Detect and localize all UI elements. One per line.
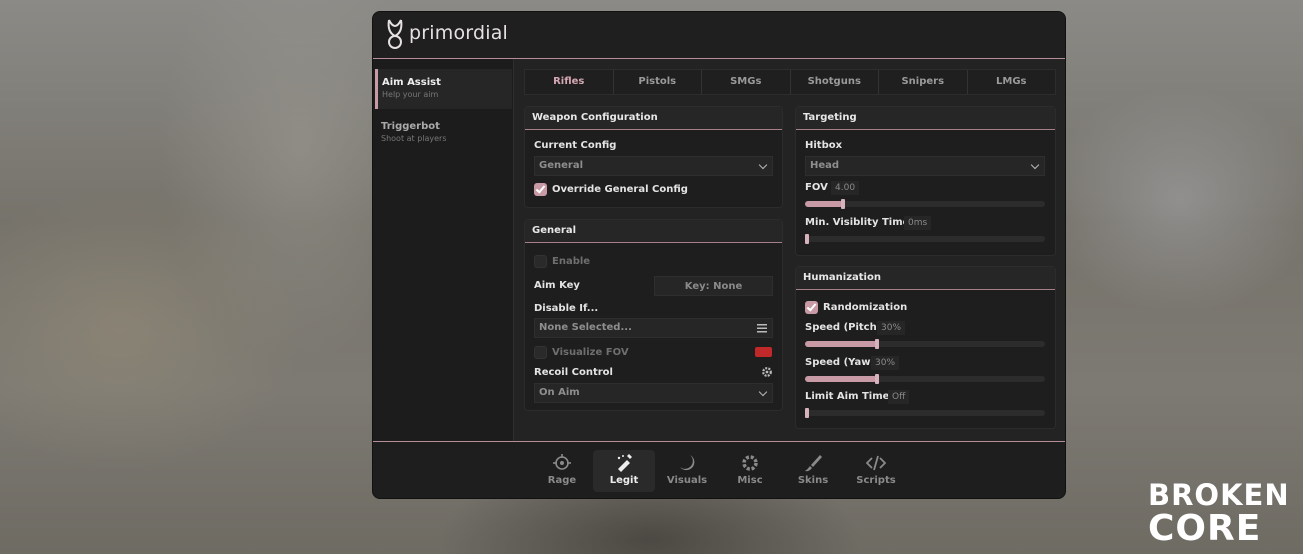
slider-handle[interactable] (875, 374, 879, 384)
main-window: primordial Aim Assist Help your aim Trig… (372, 11, 1066, 499)
speed-yaw-label: Speed (Yaw) (805, 357, 876, 368)
recoil-control-dropdown[interactable]: On Aim (534, 383, 773, 403)
dropdown-value: On Aim (539, 387, 580, 398)
chevron-down-icon (758, 160, 768, 170)
rage-icon (553, 454, 571, 470)
code-icon (866, 455, 886, 471)
tab-shotguns[interactable]: Shotguns (791, 70, 879, 94)
visuals-icon (680, 455, 695, 471)
hitbox-label: Hitbox (805, 140, 843, 151)
title-bar: primordial (373, 12, 1065, 59)
panel-heading: Targeting (796, 107, 1055, 130)
dropdown-value: None Selected... (539, 322, 632, 333)
tab-rifles[interactable]: Rifles (525, 70, 614, 94)
disable-if-multiselect[interactable]: None Selected... (534, 318, 773, 338)
panel-heading: General (525, 220, 782, 243)
slider-handle[interactable] (805, 234, 809, 244)
visualize-fov-checkbox[interactable] (534, 346, 547, 359)
sidebar-item-subtitle: Shoot at players (381, 134, 447, 143)
logo-text: primordial (409, 22, 509, 44)
weapon-tabs: Rifles Pistols SMGs Shotguns Snipers LMG… (524, 69, 1056, 95)
watermark-line-1: BROKEN (1148, 478, 1290, 512)
tab-lmgs[interactable]: LMGs (968, 70, 1056, 94)
nav-label: Rage (547, 475, 577, 486)
fov-slider[interactable] (805, 199, 1045, 209)
randomization-label: Randomization (823, 302, 908, 313)
slider-fill (805, 201, 843, 207)
nav-label: Misc (737, 475, 763, 486)
aim-key-button[interactable]: Key: None (654, 276, 773, 296)
visualize-fov-label: Visualize FOV (552, 347, 629, 358)
nav-label: Legit (609, 475, 639, 486)
speed-yaw-slider[interactable] (805, 374, 1045, 384)
min-visibility-slider[interactable] (805, 234, 1045, 244)
slider-handle[interactable] (875, 339, 879, 349)
nav-misc[interactable]: Misc (719, 450, 781, 492)
fov-label: FOV (805, 182, 828, 193)
min-visibility-label: Min. Visiblity Time (805, 217, 910, 228)
nav-label: Skins (797, 475, 829, 486)
brokencore-watermark: BROKEN CORE (1148, 478, 1289, 549)
tab-pistols[interactable]: Pistols (614, 70, 702, 94)
nav-label: Scripts (856, 475, 896, 486)
brush-icon (805, 455, 822, 472)
fov-value: 4.00 (831, 181, 860, 195)
override-label: Override General Config (552, 184, 688, 195)
general-panel: General Enable Aim Key Key: None Disable… (524, 219, 783, 411)
panel-heading: Humanization (796, 267, 1055, 290)
sidebar-item-subtitle: Help your aim (382, 90, 439, 99)
current-config-dropdown[interactable]: General (534, 156, 773, 176)
override-checkbox[interactable] (534, 183, 547, 196)
gear-icon (742, 455, 758, 471)
humanization-panel: Humanization Randomization Speed (Pitch)… (795, 266, 1056, 429)
bottom-nav: Rage Legit Visuals Misc Skins Scripts (373, 441, 1065, 498)
speed-pitch-slider[interactable] (805, 339, 1045, 349)
sidebar-item-triggerbot[interactable]: Triggerbot Shoot at players (375, 113, 512, 153)
dropdown-value: General (539, 160, 583, 171)
dropdown-value: Head (810, 160, 840, 171)
slider-fill (805, 376, 877, 382)
panel-heading: Weapon Configuration (525, 107, 782, 130)
nav-scripts[interactable]: Scripts (845, 450, 907, 492)
targeting-panel: Targeting Hitbox Head FOV 4.00 Min. Visi… (795, 106, 1056, 256)
limit-aim-time-slider[interactable] (805, 408, 1045, 418)
min-visibility-value: 0ms (904, 216, 932, 230)
enable-checkbox[interactable] (534, 255, 547, 268)
legit-icon (617, 454, 632, 472)
hitbox-dropdown[interactable]: Head (805, 156, 1045, 176)
randomization-checkbox[interactable] (805, 301, 818, 314)
sidebar: Aim Assist Help your aim Triggerbot Shoo… (373, 59, 514, 441)
limit-aim-time-label: Limit Aim Time (805, 391, 890, 402)
current-config-label: Current Config (534, 140, 617, 151)
gear-icon[interactable] (761, 366, 773, 378)
speed-yaw-value: 30% (871, 356, 900, 370)
tab-snipers[interactable]: Snipers (879, 70, 968, 94)
nav-label: Visuals (666, 475, 708, 486)
chevron-down-icon (1030, 160, 1040, 170)
disable-if-label: Disable If... (534, 303, 599, 314)
speed-pitch-label: Speed (Pitch) (805, 322, 882, 333)
sidebar-item-title: Triggerbot (381, 121, 440, 132)
list-icon (757, 324, 767, 333)
speed-pitch-value: 30% (877, 321, 906, 335)
nav-rage[interactable]: Rage (531, 450, 593, 492)
slider-fill (805, 341, 877, 347)
enable-label: Enable (552, 256, 591, 267)
tab-smgs[interactable]: SMGs (702, 70, 791, 94)
chevron-down-icon (758, 387, 768, 397)
nav-visuals[interactable]: Visuals (656, 450, 718, 492)
fov-color-picker[interactable] (755, 347, 772, 357)
sidebar-item-title: Aim Assist (382, 77, 441, 88)
limit-aim-time-value: Off (888, 390, 910, 404)
watermark-line-2: CORE (1148, 508, 1262, 549)
slider-handle[interactable] (805, 408, 809, 418)
nav-legit[interactable]: Legit (593, 450, 655, 492)
recoil-control-label: Recoil Control (534, 367, 613, 378)
weapon-config-panel: Weapon Configuration Current Config Gene… (524, 106, 783, 208)
logo-icon (387, 19, 403, 49)
aim-key-label: Aim Key (534, 280, 580, 291)
sidebar-item-aim-assist[interactable]: Aim Assist Help your aim (375, 69, 512, 109)
nav-skins[interactable]: Skins (782, 450, 844, 492)
slider-handle[interactable] (841, 199, 845, 209)
